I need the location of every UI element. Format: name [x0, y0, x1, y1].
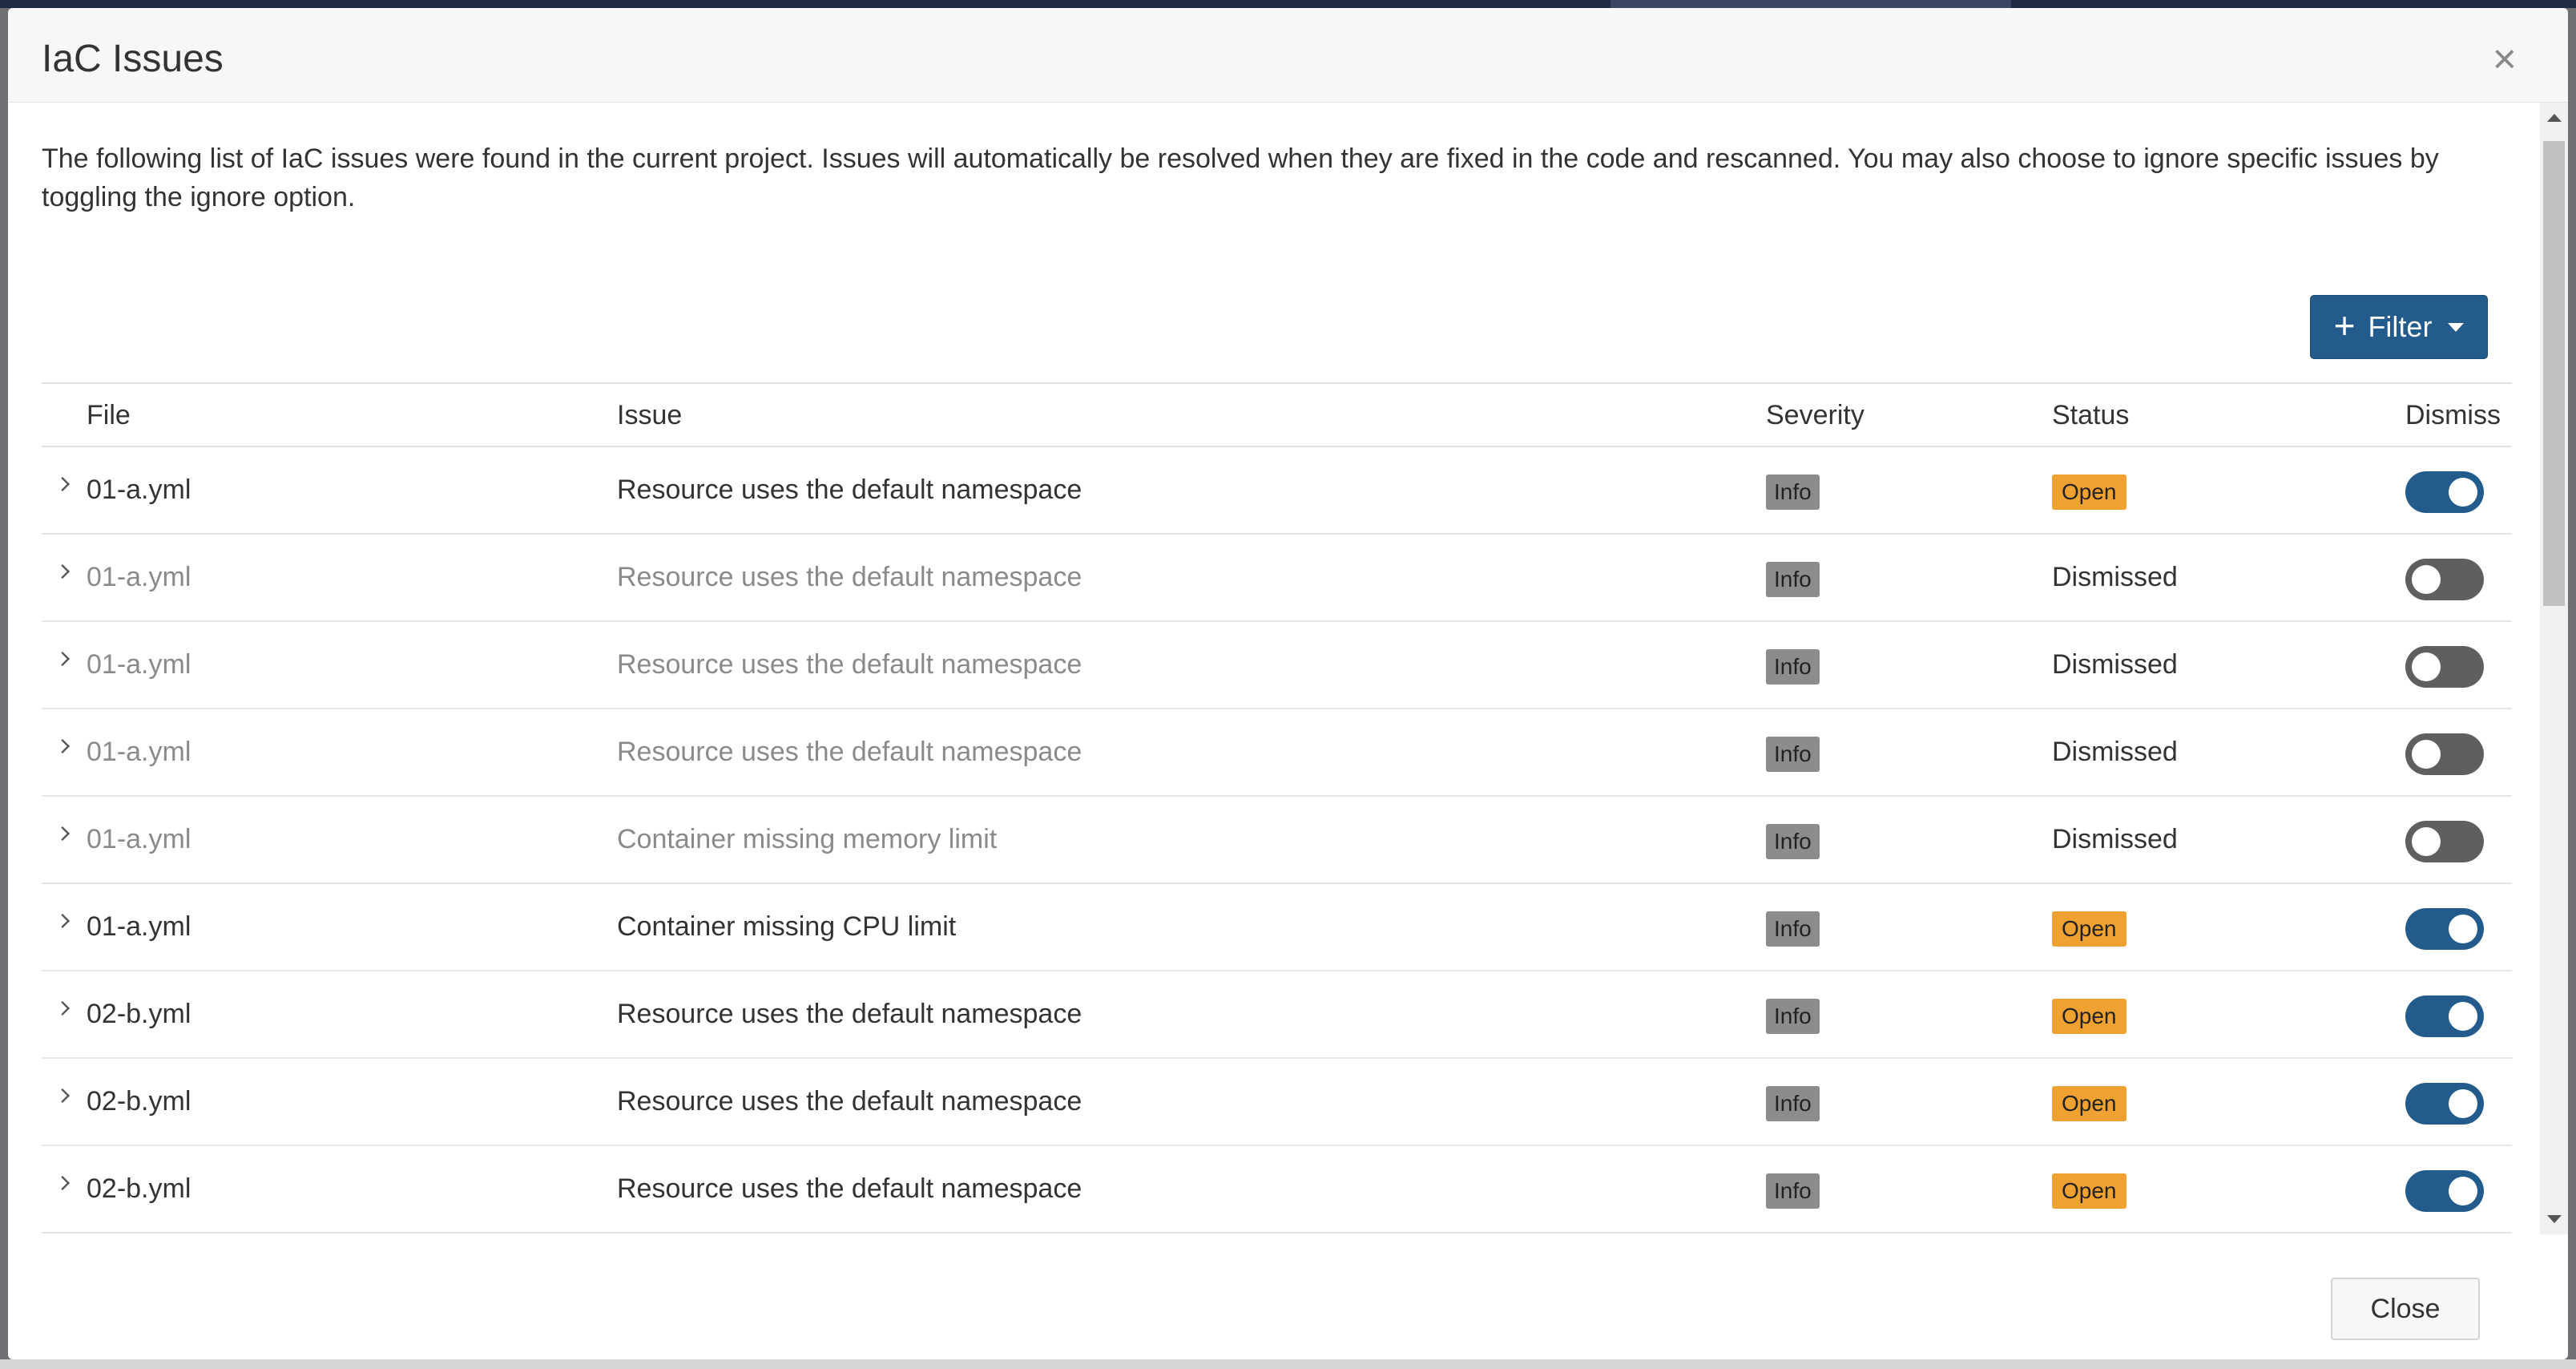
row-file: 01-a.yml [87, 475, 191, 505]
header-dismiss: Dismiss [2405, 400, 2501, 430]
status-badge: Dismissed [2052, 737, 2178, 767]
row-file: 02-b.yml [87, 1086, 191, 1117]
toggle-knob [2449, 1177, 2477, 1205]
severity-badge: Info [1766, 649, 1820, 684]
header-status[interactable]: Status [2052, 400, 2129, 431]
row-file: 01-a.yml [87, 649, 191, 680]
toggle-knob [2449, 1089, 2477, 1118]
row-issue: Resource uses the default namespace [617, 1086, 1082, 1117]
row-file: 01-a.yml [87, 824, 191, 854]
dismiss-toggle[interactable] [2405, 821, 2484, 862]
caret-down-icon [2448, 322, 2465, 332]
chevron-right-icon[interactable] [54, 826, 71, 842]
row-issue: Resource uses the default namespace [617, 562, 1082, 592]
severity-badge: Info [1766, 824, 1820, 859]
severity-badge: Info [1766, 1086, 1820, 1121]
row-issue: Resource uses the default namespace [617, 737, 1082, 767]
table-row[interactable]: 01-a.yml Container missing memory limit In… [42, 797, 2512, 884]
table-header: File Issue Severity Status Dismiss [42, 384, 2512, 447]
plus-icon: + [2333, 305, 2356, 346]
chevron-right-icon[interactable] [54, 913, 71, 929]
severity-badge: Info [1766, 999, 1820, 1034]
chevron-right-icon[interactable] [54, 1088, 71, 1104]
scroll-up-icon[interactable] [2547, 114, 2562, 122]
close-button[interactable]: Close [2331, 1278, 2480, 1340]
chevron-right-icon[interactable] [54, 1000, 71, 1016]
table-row[interactable]: 01-a.yml Resource uses the default namesp… [42, 709, 2512, 797]
row-file: 02-b.yml [87, 999, 191, 1029]
background-topbar-segment [1611, 0, 2011, 8]
status-badge: Dismissed [2052, 562, 2178, 592]
toggle-knob [2412, 652, 2441, 681]
modal-header: IaC Issues × [8, 8, 2568, 103]
status-badge: Open [2052, 475, 2127, 510]
row-file: 02-b.yml [87, 1173, 191, 1204]
chevron-right-icon[interactable] [54, 651, 71, 667]
dismiss-toggle[interactable] [2405, 908, 2484, 950]
row-issue: Resource uses the default namespace [617, 475, 1082, 505]
toggle-knob [2412, 565, 2441, 594]
row-issue: Resource uses the default namespace [617, 1173, 1082, 1204]
modal-description: The following list of IaC issues were fo… [42, 143, 2439, 212]
header-issue[interactable]: Issue [617, 400, 682, 431]
header-severity[interactable]: Severity [1766, 400, 1864, 431]
toggle-knob [2449, 915, 2477, 943]
dismiss-toggle[interactable] [2405, 733, 2484, 775]
severity-badge: Info [1766, 911, 1820, 947]
toggle-knob [2449, 1002, 2477, 1031]
filter-button[interactable]: + Filter [2310, 295, 2488, 359]
dismiss-toggle[interactable] [2405, 646, 2484, 688]
severity-badge: Info [1766, 737, 1820, 772]
modal-title: IaC Issues [42, 38, 224, 80]
scroll-thumb[interactable] [2543, 141, 2565, 606]
background-topbar [0, 0, 2576, 8]
row-file: 01-a.yml [87, 911, 191, 942]
table-row[interactable]: 02-b.yml Resource uses the default namesp… [42, 1146, 2512, 1234]
status-badge: Open [2052, 1086, 2127, 1121]
dismiss-toggle[interactable] [2405, 995, 2484, 1037]
status-badge: Dismissed [2052, 824, 2178, 854]
chevron-right-icon[interactable] [54, 738, 71, 754]
vertical-scrollbar[interactable] [2540, 103, 2568, 1234]
iac-issues-modal: IaC Issues × The following list of IaC i… [8, 8, 2568, 1359]
table-row[interactable]: 01-a.yml Container missing CPU limit Info O… [42, 884, 2512, 971]
modal-body: The following list of IaC issues were fo… [8, 103, 2532, 1234]
header-file[interactable]: File [87, 400, 131, 431]
background-footer [0, 1359, 2576, 1369]
table-row[interactable]: 02-b.yml Resource uses the default namesp… [42, 1059, 2512, 1146]
dismiss-toggle[interactable] [2405, 471, 2484, 513]
toggle-knob [2412, 740, 2441, 769]
filter-button-label: Filter [2368, 310, 2433, 343]
chevron-right-icon[interactable] [54, 563, 71, 580]
severity-badge: Info [1766, 562, 1820, 597]
row-issue: Container missing memory limit [617, 824, 998, 854]
chevron-right-icon[interactable] [54, 476, 71, 492]
table-row[interactable]: 01-a.yml Resource uses the default namesp… [42, 535, 2512, 622]
scroll-down-icon[interactable] [2547, 1215, 2562, 1223]
row-file: 01-a.yml [87, 737, 191, 767]
status-badge: Open [2052, 1173, 2127, 1209]
row-issue: Resource uses the default namespace [617, 999, 1082, 1029]
status-badge: Open [2052, 999, 2127, 1034]
toggle-knob [2449, 478, 2477, 507]
dismiss-toggle[interactable] [2405, 1170, 2484, 1212]
table-row[interactable]: 01-a.yml Resource uses the default namesp… [42, 622, 2512, 709]
close-icon[interactable]: × [2493, 38, 2517, 80]
table-row[interactable]: 01-a.yml Resource uses the default namesp… [42, 447, 2512, 535]
table-body: 01-a.yml Resource uses the default namesp… [42, 447, 2512, 1234]
toggle-knob [2412, 827, 2441, 856]
table-row[interactable]: 02-b.yml Resource uses the default namesp… [42, 971, 2512, 1059]
row-issue: Resource uses the default namespace [617, 649, 1082, 680]
dismiss-toggle[interactable] [2405, 1083, 2484, 1125]
status-badge: Dismissed [2052, 649, 2178, 680]
modal-footer: Close [8, 1234, 2568, 1359]
severity-badge: Info [1766, 1173, 1820, 1209]
dismiss-toggle[interactable] [2405, 559, 2484, 600]
status-badge: Open [2052, 911, 2127, 947]
row-issue: Container missing CPU limit [617, 911, 957, 942]
chevron-right-icon[interactable] [54, 1175, 71, 1191]
row-file: 01-a.yml [87, 562, 191, 592]
severity-badge: Info [1766, 475, 1820, 510]
issues-table: File Issue Severity Status Dismiss 01-a.… [42, 382, 2512, 1234]
